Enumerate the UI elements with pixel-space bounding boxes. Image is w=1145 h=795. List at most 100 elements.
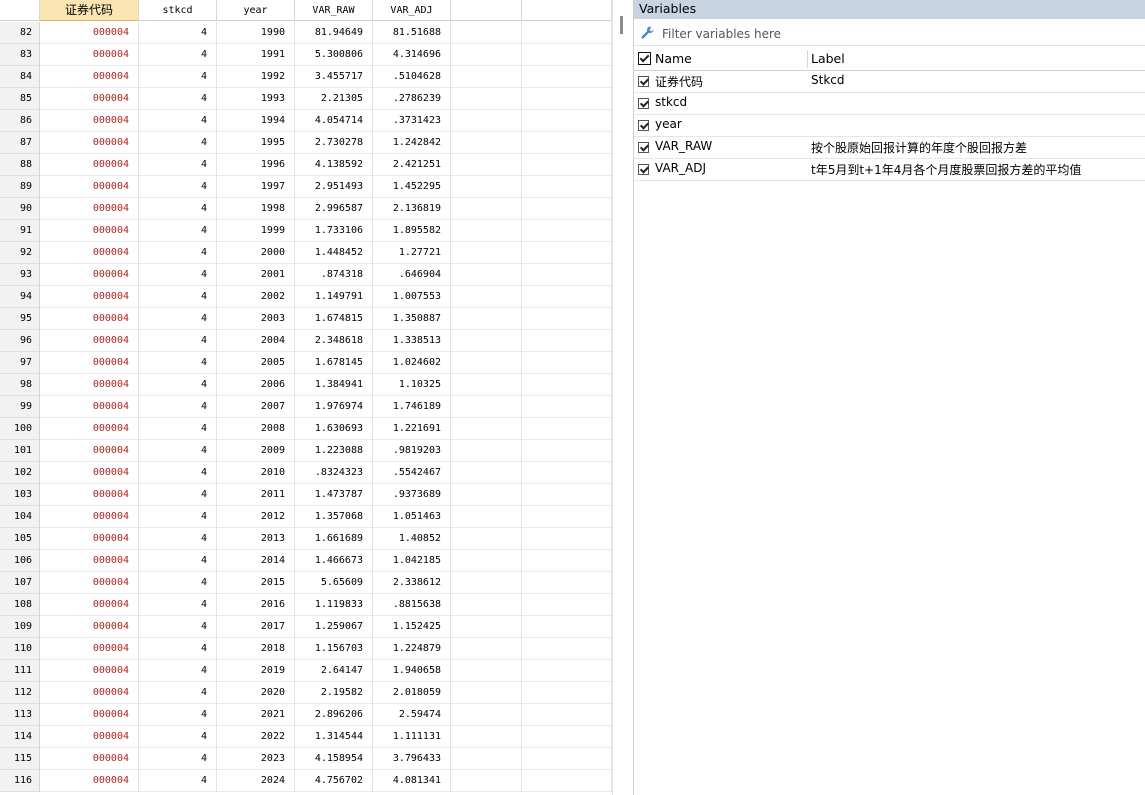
cell-year[interactable]: 2003 — [217, 308, 295, 330]
cell-year[interactable]: 2001 — [217, 264, 295, 286]
cell-empty[interactable] — [451, 286, 522, 308]
cell-var-adj[interactable]: .9819203 — [373, 440, 451, 462]
table-row[interactable]: 96 000004 4 2004 2.348618 1.338513 — [0, 330, 612, 352]
row-number[interactable]: 111 — [0, 660, 40, 682]
cell-empty[interactable] — [522, 308, 612, 330]
table-row[interactable]: 107 000004 4 2015 5.65609 2.338612 — [0, 572, 612, 594]
table-row[interactable]: 97 000004 4 2005 1.678145 1.024602 — [0, 352, 612, 374]
cell-code[interactable]: 000004 — [40, 528, 139, 550]
cell-empty[interactable] — [522, 286, 612, 308]
variable-row[interactable]: VAR_ADJ t年5月到t+1年4月各个月度股票回报方差的平均值 — [634, 158, 1145, 181]
row-number[interactable]: 90 — [0, 198, 40, 220]
cell-var-adj[interactable]: 4.081341 — [373, 770, 451, 792]
cell-empty[interactable] — [522, 198, 612, 220]
table-row[interactable]: 110 000004 4 2018 1.156703 1.224879 — [0, 638, 612, 660]
cell-year[interactable]: 2016 — [217, 594, 295, 616]
table-row[interactable]: 102 000004 4 2010.8324323.5542467 — [0, 462, 612, 484]
cell-stkcd[interactable]: 4 — [139, 572, 217, 594]
row-number[interactable]: 84 — [0, 66, 40, 88]
table-row[interactable]: 105 000004 4 2013 1.661689 1.40852 — [0, 528, 612, 550]
cell-empty[interactable] — [451, 220, 522, 242]
cell-var-adj[interactable]: 1.338513 — [373, 330, 451, 352]
cell-empty[interactable] — [522, 550, 612, 572]
cell-stkcd[interactable]: 4 — [139, 242, 217, 264]
cell-var-adj[interactable]: .5104628 — [373, 66, 451, 88]
column-header[interactable]: year — [217, 0, 295, 21]
cell-empty[interactable] — [451, 330, 522, 352]
cell-year[interactable]: 2020 — [217, 682, 295, 704]
cell-empty[interactable] — [522, 638, 612, 660]
cell-code[interactable]: 000004 — [40, 616, 139, 638]
cell-var-raw[interactable]: 5.65609 — [295, 572, 373, 594]
cell-year[interactable]: 2009 — [217, 440, 295, 462]
cell-stkcd[interactable]: 4 — [139, 330, 217, 352]
cell-var-adj[interactable]: 2.59474 — [373, 704, 451, 726]
table-row[interactable]: 82 000004 4 1990 81.94649 81.51688 — [0, 22, 612, 44]
cell-var-adj[interactable]: 1.27721 — [373, 242, 451, 264]
cell-empty[interactable] — [451, 66, 522, 88]
cell-var-adj[interactable]: 1.007553 — [373, 286, 451, 308]
select-all-checkbox[interactable] — [638, 52, 651, 65]
cell-year[interactable]: 2008 — [217, 418, 295, 440]
column-divider[interactable] — [807, 50, 808, 68]
cell-empty[interactable] — [522, 22, 612, 44]
table-row[interactable]: 104 000004 4 2012 1.357068 1.051463 — [0, 506, 612, 528]
cell-empty[interactable] — [451, 22, 522, 44]
cell-var-adj[interactable]: 4.314696 — [373, 44, 451, 66]
cell-stkcd[interactable]: 4 — [139, 484, 217, 506]
table-row[interactable]: 92 000004 4 2000 1.448452 1.27721 — [0, 242, 612, 264]
cell-year[interactable]: 1991 — [217, 44, 295, 66]
cell-stkcd[interactable]: 4 — [139, 440, 217, 462]
cell-var-adj[interactable]: 2.018059 — [373, 682, 451, 704]
table-row[interactable]: 115 000004 4 2023 4.158954 3.796433 — [0, 748, 612, 770]
row-number[interactable]: 85 — [0, 88, 40, 110]
cell-empty[interactable] — [522, 264, 612, 286]
cell-var-adj[interactable]: 1.895582 — [373, 220, 451, 242]
cell-empty[interactable] — [451, 528, 522, 550]
cell-var-adj[interactable]: 2.421251 — [373, 154, 451, 176]
cell-stkcd[interactable]: 4 — [139, 132, 217, 154]
table-row[interactable]: 113 000004 4 2021 2.896206 2.59474 — [0, 704, 612, 726]
cell-year[interactable]: 1997 — [217, 176, 295, 198]
row-number[interactable]: 107 — [0, 572, 40, 594]
cell-stkcd[interactable]: 4 — [139, 44, 217, 66]
cell-var-raw[interactable]: 2.348618 — [295, 330, 373, 352]
cell-empty[interactable] — [451, 462, 522, 484]
cell-empty[interactable] — [451, 198, 522, 220]
cell-stkcd[interactable]: 4 — [139, 198, 217, 220]
cell-year[interactable]: 2021 — [217, 704, 295, 726]
cell-stkcd[interactable]: 4 — [139, 726, 217, 748]
cell-stkcd[interactable]: 4 — [139, 220, 217, 242]
cell-empty[interactable] — [451, 242, 522, 264]
cell-stkcd[interactable]: 4 — [139, 528, 217, 550]
cell-var-raw[interactable]: 1.448452 — [295, 242, 373, 264]
cell-year[interactable]: 2024 — [217, 770, 295, 792]
row-number[interactable]: 95 — [0, 308, 40, 330]
cell-var-adj[interactable]: 3.796433 — [373, 748, 451, 770]
cell-year[interactable]: 2013 — [217, 528, 295, 550]
cell-var-adj[interactable]: .646904 — [373, 264, 451, 286]
cell-var-adj[interactable]: .5542467 — [373, 462, 451, 484]
cell-code[interactable]: 000004 — [40, 462, 139, 484]
cell-code[interactable]: 000004 — [40, 550, 139, 572]
cell-empty[interactable] — [522, 704, 612, 726]
cell-var-raw[interactable]: 1.357068 — [295, 506, 373, 528]
cell-empty[interactable] — [451, 308, 522, 330]
column-header-label[interactable]: Label — [811, 51, 845, 66]
cell-var-raw[interactable]: 2.896206 — [295, 704, 373, 726]
cell-code[interactable]: 000004 — [40, 132, 139, 154]
cell-var-raw[interactable]: 1.674815 — [295, 308, 373, 330]
cell-empty[interactable] — [522, 462, 612, 484]
table-row[interactable]: 87 000004 4 1995 2.730278 1.242842 — [0, 132, 612, 154]
cell-empty[interactable] — [451, 264, 522, 286]
table-row[interactable]: 109 000004 4 2017 1.259067 1.152425 — [0, 616, 612, 638]
cell-var-raw[interactable]: 1.733106 — [295, 220, 373, 242]
cell-var-raw[interactable]: .8324323 — [295, 462, 373, 484]
cell-var-raw[interactable]: .874318 — [295, 264, 373, 286]
cell-empty[interactable] — [522, 220, 612, 242]
cell-var-adj[interactable]: 1.042185 — [373, 550, 451, 572]
cell-var-raw[interactable]: 3.455717 — [295, 66, 373, 88]
cell-var-adj[interactable]: 1.452295 — [373, 176, 451, 198]
cell-var-adj[interactable]: 1.10325 — [373, 374, 451, 396]
cell-code[interactable]: 000004 — [40, 264, 139, 286]
